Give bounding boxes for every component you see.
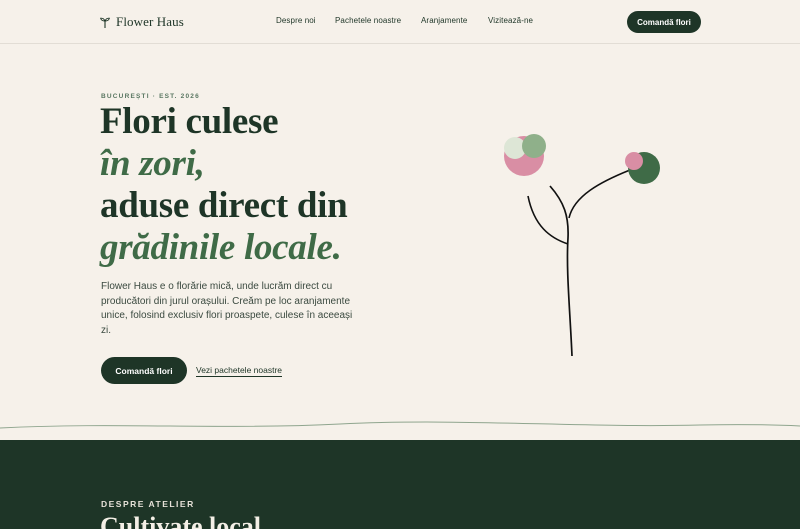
site-header: Flower Haus Despre noi Pachetele noastre… — [0, 0, 800, 44]
order-flowers-header-button[interactable]: Comandă flori — [627, 11, 701, 33]
headline-line-4: grădinile locale. — [100, 227, 342, 268]
order-flowers-button[interactable]: Comandă flori — [101, 357, 187, 384]
headline-line-3: aduse direct din — [100, 185, 348, 226]
headline-line-1: Flori culese — [100, 101, 279, 142]
headline-line-2: în zori, — [100, 143, 205, 184]
view-packages-link[interactable]: Vezi pachetele noastre — [196, 365, 283, 377]
flower-bloom-pink-small — [625, 152, 643, 170]
nav-link-pachete[interactable]: Pachetele noastre — [335, 16, 401, 25]
flower-stem — [549, 185, 573, 357]
flower-illustration — [504, 134, 660, 357]
nav-link-viziteaza[interactable]: Vizitează-ne — [488, 16, 533, 25]
hero-headline: Flori culese în zori, aduse direct din g… — [100, 101, 420, 269]
nav-link-aranjamente[interactable]: Aranjamente — [421, 16, 467, 25]
flower-branch-right — [568, 169, 631, 219]
flower-bloom-sage — [522, 134, 546, 158]
brand-name: Flower Haus — [116, 14, 184, 29]
about-title: Cultivate local — [100, 512, 262, 529]
section-divider-wave — [0, 421, 800, 442]
brand-logo[interactable]: Flower Haus — [100, 14, 184, 30]
hero-eyebrow: BUCUREȘTI · EST. 2026 — [101, 93, 200, 100]
hero-description: Flower Haus e o florărie mică, unde lucr… — [101, 281, 353, 336]
nav-link-despre-noi[interactable]: Despre noi — [276, 16, 316, 25]
about-section: DESPRE ATELIER Cultivate local — [0, 440, 800, 529]
about-eyebrow: DESPRE ATELIER — [101, 499, 195, 509]
sprout-icon — [100, 17, 110, 28]
